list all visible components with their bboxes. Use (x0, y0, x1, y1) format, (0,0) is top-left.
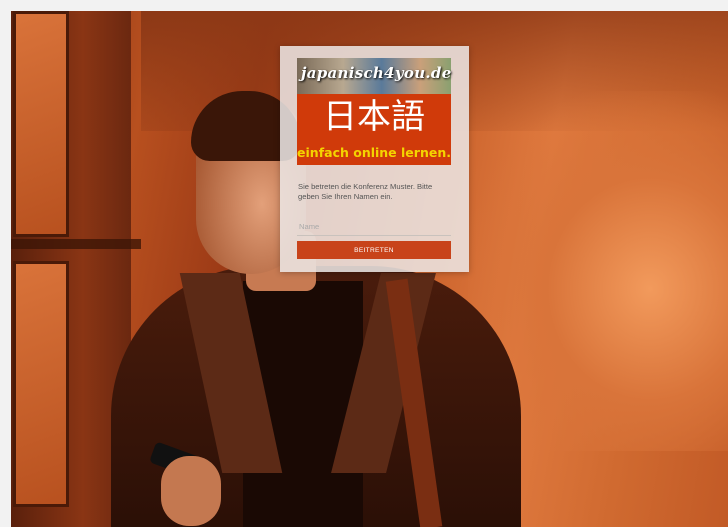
join-conference-card: japanisch4you.de 日本語 einfach online lern… (280, 46, 469, 272)
conference-message: Sie betreten die Konferenz Muster. Bitte… (298, 182, 433, 201)
window-rail (11, 239, 141, 249)
japanisch4you-logo: japanisch4you.de 日本語 einfach online lern… (297, 58, 451, 165)
person-hand (161, 456, 221, 526)
logo-tagline: einfach online lernen. (297, 145, 451, 160)
window-pane (13, 11, 69, 237)
join-button[interactable]: BEITRETEN (297, 241, 451, 259)
logo-japanese-text: 日本語 (323, 97, 425, 137)
window-pane (13, 261, 69, 507)
name-input[interactable] (297, 218, 451, 236)
logo-site-text: japanisch4you.de (301, 64, 452, 82)
